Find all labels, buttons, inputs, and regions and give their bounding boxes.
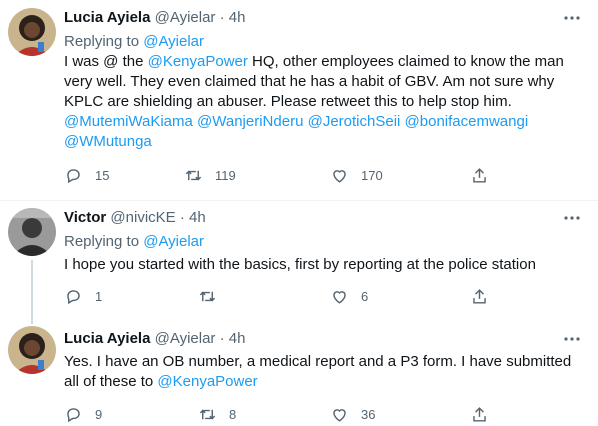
retweet-button[interactable]: 119 (184, 165, 236, 185)
replying-to: Replying to @Ayielar (64, 232, 204, 252)
share-button[interactable] (470, 286, 489, 306)
tweet-text: I hope you started with the basics, firs… (64, 256, 536, 273)
author-handle[interactable]: @Ayielar (155, 330, 216, 347)
reply-count: 1 (95, 288, 103, 304)
tweet-text: I was @ the @KenyaPower HQ, other employ… (64, 52, 582, 152)
tweet-text-part: I was @ the (64, 53, 148, 70)
avatar-lucia[interactable] (8, 8, 56, 56)
thread-connector (31, 312, 33, 324)
tweet-3[interactable]: Lucia Ayiela @Ayielar · 4h Yes. I have a… (0, 312, 598, 426)
reply-count: 15 (95, 167, 110, 183)
avatar-victor[interactable] (8, 208, 56, 256)
share-icon (473, 167, 486, 183)
reply-icon (67, 407, 80, 422)
replying-to-label: Replying to (64, 233, 144, 250)
retweet-count: 8 (229, 406, 237, 422)
avatar-lucia[interactable] (8, 326, 56, 374)
tweet-1[interactable]: Lucia Ayiela @Ayielar · 4h Replying to @… (0, 0, 598, 192)
mention-link[interactable]: @bonifacemwangi (405, 113, 529, 130)
like-icon (333, 290, 346, 304)
tweet-text: Yes. I have an OB number, a medical repo… (64, 352, 582, 392)
replying-to-handle[interactable]: @Ayielar (143, 233, 204, 250)
share-icon (473, 406, 486, 422)
mention-link[interactable]: @MutemiWaKiama (64, 113, 193, 130)
action-bar: 15 119 170 (64, 165, 486, 185)
share-button[interactable] (470, 404, 489, 424)
reply-button[interactable]: 9 (64, 404, 102, 424)
tweet-text-part: Yes. I have an OB number, a medical repo… (64, 353, 572, 390)
more-icon[interactable] (562, 329, 582, 349)
retweet-button[interactable]: 8 (198, 404, 236, 424)
like-button[interactable]: 6 (330, 286, 368, 306)
like-button[interactable]: 36 (330, 404, 375, 424)
share-button[interactable] (470, 165, 489, 185)
tweet-time[interactable]: 4h (189, 209, 206, 226)
action-bar: 9 8 36 (64, 404, 486, 424)
replying-to-handle[interactable]: @Ayielar (143, 33, 204, 50)
retweet-count: 119 (215, 167, 236, 183)
author-handle[interactable]: @nivicKE (110, 209, 175, 226)
like-button[interactable]: 170 (330, 165, 383, 185)
separator-dot: · (219, 9, 225, 26)
like-count: 36 (361, 406, 376, 422)
tweet-time[interactable]: 4h (229, 9, 246, 26)
thread-connector (31, 260, 33, 312)
more-icon[interactable] (562, 8, 582, 28)
retweet-icon (199, 291, 216, 301)
tweet-time[interactable]: 4h (229, 330, 246, 347)
more-icon[interactable] (562, 208, 582, 228)
share-icon (473, 288, 486, 304)
replying-to: Replying to @Ayielar (64, 32, 204, 52)
like-count: 6 (361, 288, 369, 304)
author-name[interactable]: Lucia Ayiela (64, 330, 150, 347)
mention-link[interactable]: @WMutunga (64, 133, 152, 150)
retweet-icon (185, 170, 202, 180)
like-icon (333, 408, 346, 422)
retweet-icon (199, 409, 216, 419)
separator-dot: · (179, 209, 185, 226)
reply-button[interactable]: 1 (64, 286, 102, 306)
author-name[interactable]: Victor (64, 209, 106, 226)
author-handle[interactable]: @Ayielar (155, 9, 216, 26)
action-bar: 1 6 (64, 286, 486, 306)
mention-link[interactable]: @KenyaPower (148, 53, 248, 70)
author-name[interactable]: Lucia Ayiela (64, 9, 150, 26)
mention-link[interactable]: @JerotichSeii (308, 113, 401, 130)
separator-dot: · (219, 330, 225, 347)
mention-link[interactable]: @KenyaPower (157, 373, 257, 390)
replying-to-label: Replying to (64, 33, 144, 50)
reply-icon (67, 168, 80, 183)
reply-button[interactable]: 15 (64, 165, 109, 185)
reply-icon (67, 289, 80, 304)
mention-link[interactable]: @WanjeriNderu (197, 113, 303, 130)
like-icon (333, 169, 346, 183)
reply-count: 9 (95, 406, 103, 422)
retweet-button[interactable] (198, 286, 229, 306)
like-count: 170 (361, 167, 383, 183)
tweet-2[interactable]: Victor @nivicKE · 4h Replying to @Ayiela… (0, 200, 598, 312)
